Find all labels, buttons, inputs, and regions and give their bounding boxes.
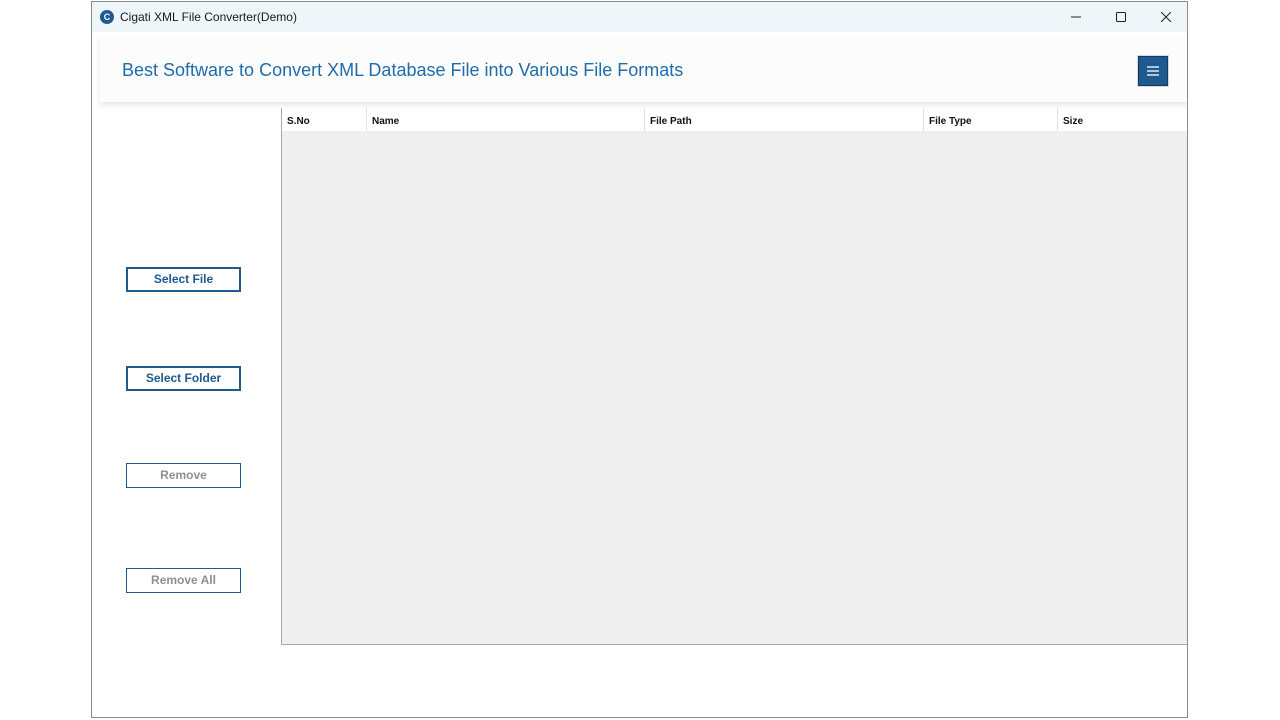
header-banner: Best Software to Convert XML Database Fi… xyxy=(100,36,1187,102)
close-icon xyxy=(1160,12,1171,22)
column-header-size[interactable]: Size xyxy=(1058,108,1187,131)
remove-all-button[interactable]: Remove All xyxy=(126,568,241,593)
close-button[interactable] xyxy=(1143,2,1187,32)
window-title: Cigati XML File Converter(Demo) xyxy=(120,10,297,24)
maximize-icon xyxy=(1115,12,1126,22)
column-header-file-path[interactable]: File Path xyxy=(645,108,924,131)
cigati-logo-icon: C xyxy=(100,10,114,24)
minimize-button[interactable] xyxy=(1053,2,1098,32)
select-file-button[interactable]: Select File xyxy=(126,267,241,292)
header-title: Best Software to Convert XML Database Fi… xyxy=(122,60,684,80)
maximize-button[interactable] xyxy=(1098,2,1143,32)
select-folder-button[interactable]: Select Folder xyxy=(126,366,241,391)
minimize-icon xyxy=(1070,16,1081,18)
column-header-file-type[interactable]: File Type xyxy=(924,108,1058,131)
hamburger-menu-icon xyxy=(1147,66,1159,76)
menu-button[interactable] xyxy=(1138,56,1168,86)
file-list-table[interactable]: S.No Name File Path File Type Size xyxy=(281,108,1187,645)
title-bar[interactable]: C Cigati XML File Converter(Demo) xyxy=(92,2,1187,32)
column-header-name[interactable]: Name xyxy=(367,108,645,131)
table-header: S.No Name File Path File Type Size xyxy=(282,108,1187,131)
column-header-sno[interactable]: S.No xyxy=(282,108,367,131)
remove-button[interactable]: Remove xyxy=(126,463,241,488)
app-window: C Cigati XML File Converter(Demo) Best S… xyxy=(91,1,1188,718)
